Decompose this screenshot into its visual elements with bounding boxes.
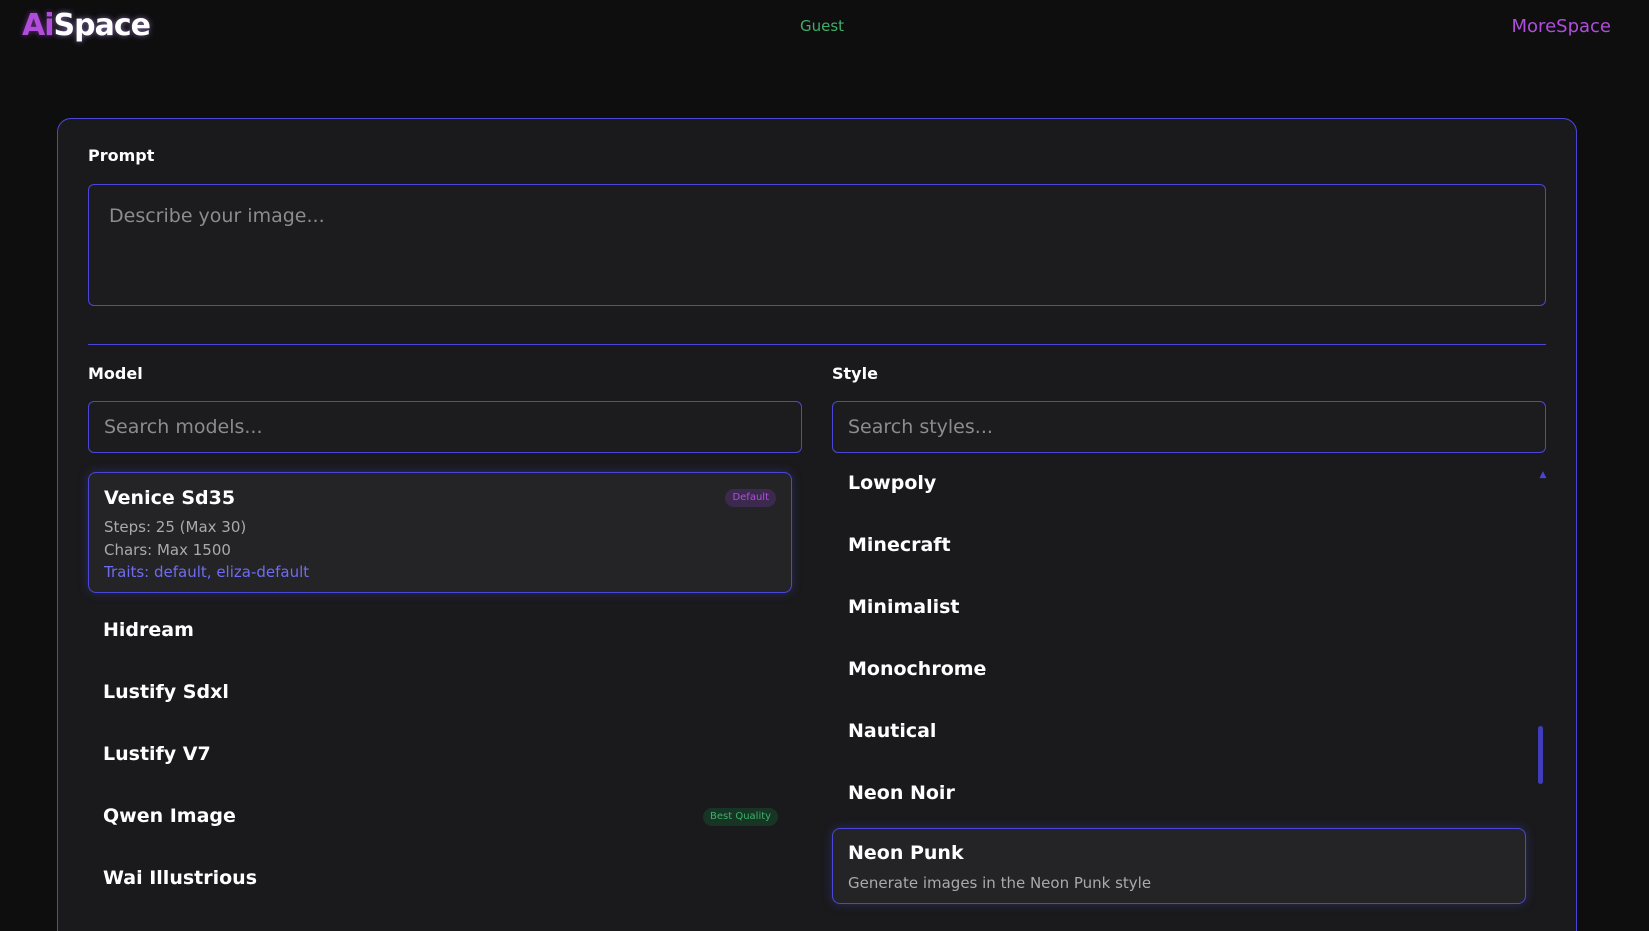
style-list-scrollbar[interactable] bbox=[1538, 726, 1543, 784]
default-badge: Default bbox=[725, 489, 776, 507]
model-item-lustify-v7[interactable]: Lustify V7 bbox=[103, 742, 211, 766]
logo-space: Space bbox=[53, 8, 151, 43]
model-item-wai-illustrious[interactable]: Wai Illustrious bbox=[103, 866, 257, 890]
style-item-minimalist[interactable]: Minimalist bbox=[848, 595, 960, 619]
style-item-selected[interactable]: Neon Punk Generate images in the Neon Pu… bbox=[832, 828, 1526, 904]
model-item-hidream[interactable]: Hidream bbox=[103, 618, 194, 642]
style-search-input[interactable] bbox=[832, 401, 1546, 453]
top-bar: AiSpace Guest MoreSpace bbox=[0, 0, 1649, 56]
more-space-link[interactable]: MoreSpace bbox=[1512, 15, 1611, 39]
model-traits: Traits: default, eliza-default bbox=[104, 563, 310, 581]
style-item-neon-noir[interactable]: Neon Noir bbox=[848, 781, 955, 805]
user-status[interactable]: Guest bbox=[800, 16, 844, 36]
logo-ai: Ai bbox=[22, 8, 55, 43]
best-quality-badge: Best Quality bbox=[703, 808, 779, 826]
model-steps: Steps: 25 (Max 30) bbox=[104, 518, 247, 536]
app-logo[interactable]: AiSpace bbox=[22, 6, 151, 46]
model-label: Model bbox=[88, 364, 143, 383]
model-item-qwen-image[interactable]: Qwen Image bbox=[103, 804, 236, 828]
generator-card: Prompt Model Venice Sd35 Default Steps: … bbox=[57, 118, 1577, 931]
style-item-monochrome[interactable]: Monochrome bbox=[848, 657, 986, 681]
style-item-nautical[interactable]: Nautical bbox=[848, 719, 936, 743]
section-divider bbox=[88, 344, 1546, 345]
style-label: Style bbox=[832, 364, 878, 383]
prompt-label: Prompt bbox=[88, 146, 155, 165]
prompt-input[interactable] bbox=[88, 184, 1546, 306]
model-item-selected[interactable]: Venice Sd35 Default Steps: 25 (Max 30) C… bbox=[88, 472, 792, 593]
style-description: Generate images in the Neon Punk style bbox=[848, 874, 1152, 892]
model-chars: Chars: Max 1500 bbox=[104, 541, 231, 559]
style-item-lowpoly[interactable]: Lowpoly bbox=[848, 471, 936, 495]
style-name: Neon Punk bbox=[848, 842, 964, 864]
model-search-input[interactable] bbox=[88, 401, 802, 453]
model-item-lustify-sdxl[interactable]: Lustify Sdxl bbox=[103, 680, 229, 704]
scroll-up-icon[interactable]: ▲ bbox=[1538, 471, 1548, 480]
model-name: Venice Sd35 bbox=[104, 487, 236, 509]
style-item-minecraft[interactable]: Minecraft bbox=[848, 533, 951, 557]
